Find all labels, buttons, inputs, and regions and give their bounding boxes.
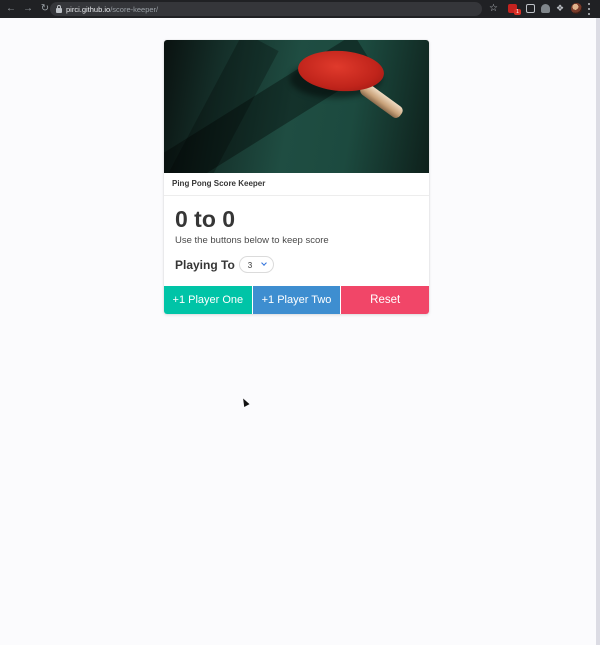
card-footer: +1 Player One +1 Player Two Reset bbox=[164, 286, 429, 314]
star-icon[interactable]: ☆ bbox=[489, 2, 498, 16]
page-body: Ping Pong Score Keeper 0 to 0 Use the bu… bbox=[0, 18, 600, 645]
url-path: /score-keeper/ bbox=[110, 4, 159, 14]
player-two-button[interactable]: +1 Player Two bbox=[252, 286, 342, 314]
profile-avatar[interactable] bbox=[571, 3, 582, 14]
card-content: 0 to 0 Use the buttons below to keep sco… bbox=[164, 196, 429, 273]
lock-icon bbox=[56, 4, 62, 13]
playing-to-label: Playing To bbox=[175, 257, 235, 272]
card-header: Ping Pong Score Keeper bbox=[164, 173, 429, 196]
url-host: pirci.github.io bbox=[66, 4, 111, 14]
playing-to-row: Playing To 3 bbox=[175, 256, 418, 273]
score-display: 0 to 0 bbox=[175, 206, 236, 232]
score-card: Ping Pong Score Keeper 0 to 0 Use the bu… bbox=[164, 40, 429, 314]
playing-to-value: 3 bbox=[247, 261, 253, 270]
chevron-down-icon bbox=[260, 260, 267, 266]
extension-badge: 1 bbox=[514, 9, 521, 15]
reset-button[interactable]: Reset bbox=[341, 286, 429, 314]
ping-pong-image bbox=[164, 40, 429, 173]
card-title: Ping Pong Score Keeper bbox=[172, 179, 266, 188]
instructions-text: Use the buttons below to keep score bbox=[175, 235, 329, 246]
extension-icon-3[interactable] bbox=[541, 4, 550, 13]
forward-icon[interactable]: → bbox=[22, 3, 34, 15]
address-bar[interactable]: pirci.github.io/score-keeper/ bbox=[50, 2, 482, 16]
url-text: pirci.github.io/score-keeper/ bbox=[66, 5, 158, 14]
puzzle-icon[interactable]: ❖ bbox=[556, 4, 565, 13]
menu-icon[interactable] bbox=[588, 3, 591, 15]
player-one-button[interactable]: +1 Player One bbox=[164, 286, 253, 314]
back-icon[interactable]: ← bbox=[5, 3, 17, 15]
browser-toolbar: ← → ↻ pirci.github.io/score-keeper/ ☆ 1 … bbox=[0, 0, 600, 18]
playing-to-select[interactable]: 3 bbox=[238, 256, 274, 273]
extension-icon-2[interactable] bbox=[526, 4, 535, 13]
